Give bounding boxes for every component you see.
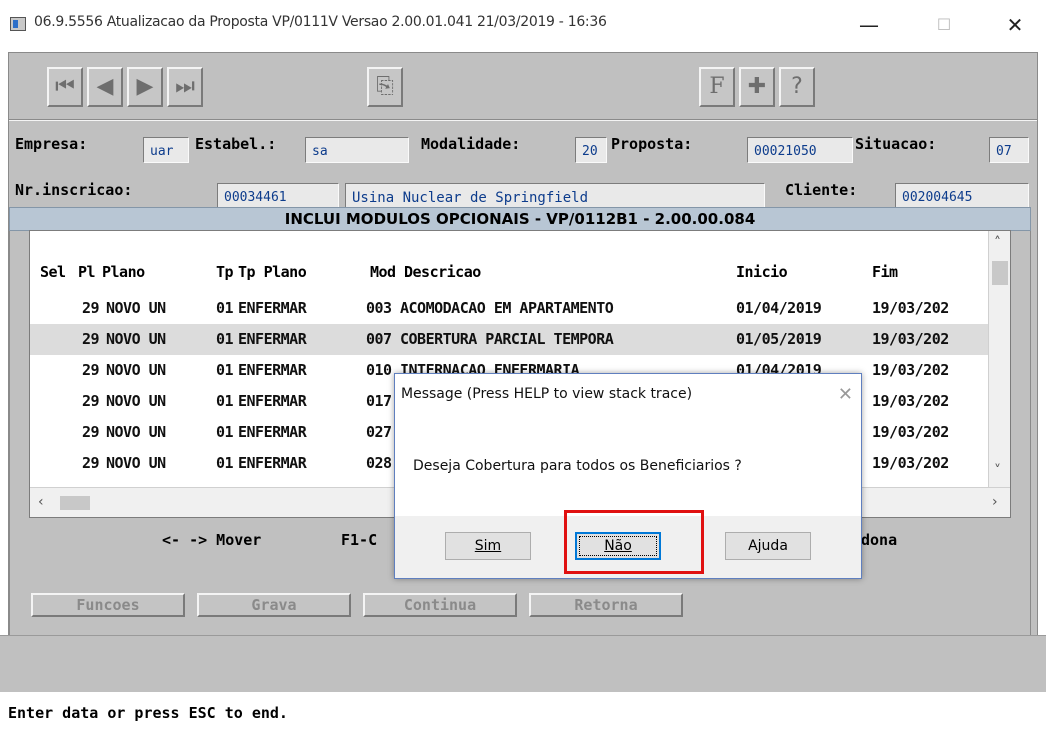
modalidade-label: Modalidade: bbox=[421, 135, 521, 153]
estabel-label: Estabel.: bbox=[195, 135, 277, 153]
continua-button[interactable]: Continua bbox=[363, 593, 517, 617]
app-icon bbox=[10, 17, 26, 31]
zoom-icon[interactable]: ✚ bbox=[739, 67, 775, 107]
ajuda-button[interactable]: Ajuda bbox=[725, 532, 811, 560]
estabel-field[interactable]: sa bbox=[305, 137, 409, 163]
horizontal-scroll-thumb[interactable] bbox=[60, 496, 90, 510]
col-mod: Mod bbox=[370, 263, 396, 281]
previous-record-icon[interactable]: ◀ bbox=[87, 67, 123, 107]
scroll-left-icon[interactable]: ‹ bbox=[38, 494, 44, 510]
proposta-label: Proposta: bbox=[611, 135, 693, 153]
inscricao-label: Nr.inscricao: bbox=[15, 181, 133, 199]
col-tp-plano: Tp Plano bbox=[238, 263, 307, 281]
filter-icon[interactable]: F bbox=[699, 67, 735, 107]
message-title: Message (Press HELP to view stack trace) bbox=[395, 374, 861, 418]
maximize-button[interactable]: ☐ bbox=[924, 10, 964, 40]
table-row[interactable]: 29 NOVO UN 01 ENFERMAR 007 COBERTURA PAR… bbox=[30, 324, 992, 355]
first-record-icon[interactable]: ⏮ bbox=[47, 67, 83, 107]
window-title-bar: 06.9.5556 Atualizacao da Proposta VP/011… bbox=[0, 0, 1046, 50]
cliente-label: Cliente: bbox=[785, 181, 858, 199]
bottom-band bbox=[0, 635, 1046, 692]
table-header-row: Sel Pl Plano Tp Tp Plano Mod Descricao I… bbox=[30, 257, 992, 288]
status-text: Enter data or press ESC to end. bbox=[8, 704, 288, 722]
table-row[interactable]: 29 NOVO UN 01 ENFERMAR 003 ACOMODACAO EM… bbox=[30, 293, 992, 324]
close-button[interactable]: ✕ bbox=[995, 10, 1035, 40]
scroll-down-icon[interactable]: ˅ bbox=[994, 463, 1001, 479]
annotation-highlight-box bbox=[564, 510, 704, 574]
sim-button[interactable]: Sim bbox=[445, 532, 531, 560]
f1-hint: F1-C bbox=[341, 531, 378, 549]
vertical-scrollbar[interactable]: ˄ ˅ bbox=[988, 231, 1010, 487]
col-plano: Plano bbox=[102, 263, 145, 281]
copy-icon[interactable]: ⎘ bbox=[367, 67, 403, 107]
minimize-button[interactable]: — bbox=[849, 10, 889, 40]
abandona-hint: dona bbox=[861, 531, 898, 549]
retorna-button[interactable]: Retorna bbox=[529, 593, 683, 617]
situacao-label: Situacao: bbox=[855, 135, 937, 153]
message-text: Deseja Cobertura para todos os Beneficia… bbox=[395, 418, 861, 516]
col-pl: Pl bbox=[78, 263, 96, 281]
col-fim: Fim bbox=[872, 263, 898, 281]
window-title: 06.9.5556 Atualizacao da Proposta VP/011… bbox=[34, 14, 607, 30]
nav-hint: <- -> Mover bbox=[162, 531, 262, 549]
empresa-field[interactable]: uar bbox=[143, 137, 189, 163]
scroll-right-icon[interactable]: › bbox=[992, 494, 998, 510]
funcoes-button[interactable]: Funcoes bbox=[31, 593, 185, 617]
inscricao-name-field: Usina Nuclear de Springfield bbox=[345, 183, 765, 209]
col-inicio: Inicio bbox=[736, 263, 788, 281]
vertical-scroll-thumb[interactable] bbox=[992, 261, 1008, 285]
col-descricao: Descricao bbox=[404, 263, 481, 281]
toolbar-divider bbox=[9, 119, 1037, 121]
cliente-field[interactable]: 002004645 bbox=[895, 183, 1029, 209]
col-tp: Tp bbox=[216, 263, 234, 281]
col-sel: Sel bbox=[40, 263, 66, 281]
empresa-label: Empresa: bbox=[15, 135, 88, 153]
proposta-field[interactable]: 00021050 bbox=[747, 137, 853, 163]
status-bar: Enter data or press ESC to end. bbox=[0, 692, 1046, 729]
scroll-up-icon[interactable]: ˄ bbox=[994, 235, 1001, 251]
inscricao-field[interactable]: 00034461 bbox=[217, 183, 339, 209]
child-dialog-title: INCLUI MODULOS OPCIONAIS - VP/0112B1 - 2… bbox=[9, 207, 1031, 231]
modalidade-field[interactable]: 20 bbox=[575, 137, 607, 163]
grava-button[interactable]: Grava bbox=[197, 593, 351, 617]
situacao-field[interactable]: 07 bbox=[989, 137, 1029, 163]
last-record-icon[interactable]: ⏭ bbox=[167, 67, 203, 107]
help-icon[interactable]: ? bbox=[779, 67, 815, 107]
next-record-icon[interactable]: ▶ bbox=[127, 67, 163, 107]
message-close-icon[interactable]: ✕ bbox=[838, 384, 853, 405]
